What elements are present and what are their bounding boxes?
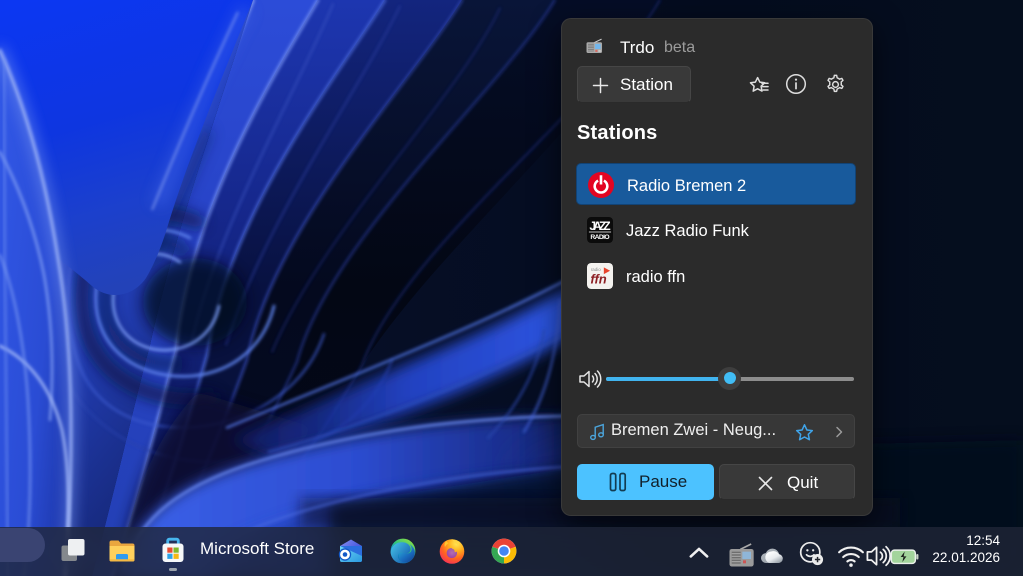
svg-text:JAZZ: JAZZ [589,219,610,233]
svg-text:ffn: ffn [590,272,606,287]
svg-text:RADIO: RADIO [590,234,609,241]
